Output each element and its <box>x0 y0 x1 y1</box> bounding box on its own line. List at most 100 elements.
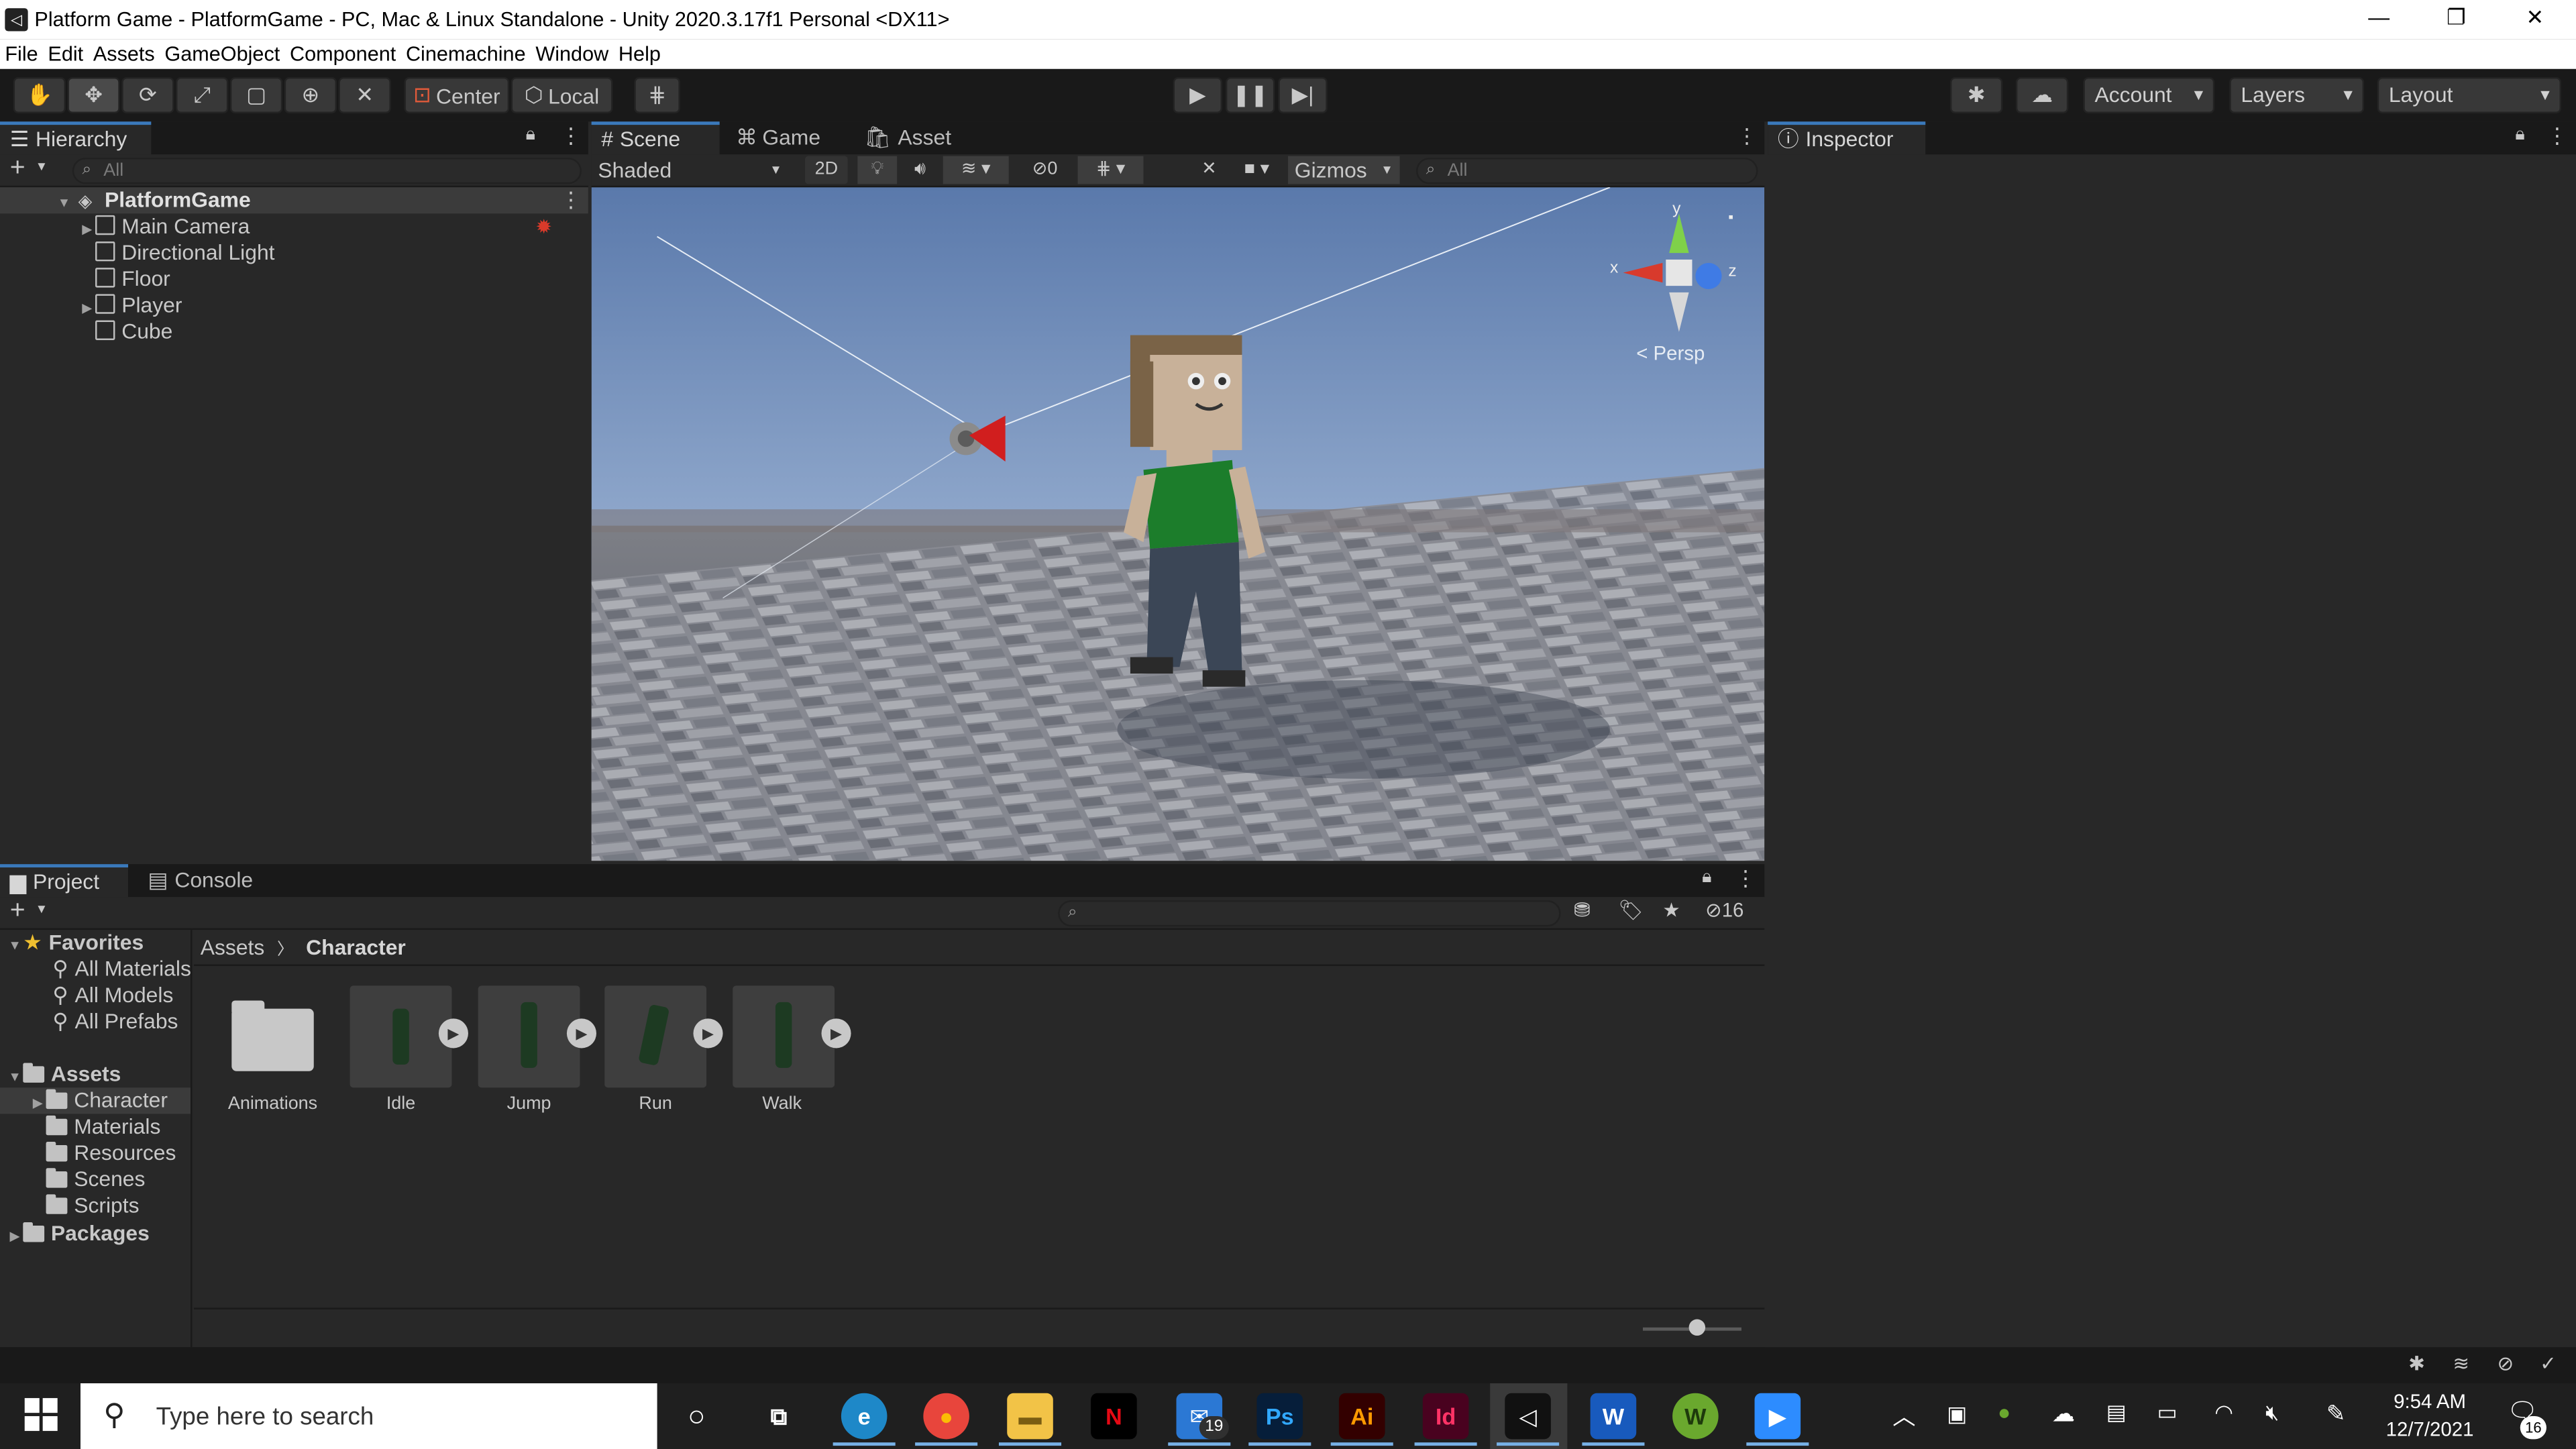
play-preview-icon[interactable]: ▶ <box>821 1018 851 1049</box>
hierarchy-item-directional-light[interactable]: Directional Light <box>0 240 588 266</box>
breadcrumb-assets[interactable]: Assets <box>201 934 265 959</box>
play-button[interactable]: ▶ <box>1173 77 1223 113</box>
lighting-toggle-icon[interactable]: 💡︎ <box>857 156 898 184</box>
tab-scene[interactable]: # Scene <box>591 121 720 155</box>
speaker-muted-icon[interactable]: 🔇︎ <box>2265 1400 2279 1426</box>
kebab-menu-icon[interactable]: ⋮ <box>2546 123 2568 150</box>
tree-folder-character[interactable]: ▶ Character <box>0 1087 191 1114</box>
rect-tool-icon[interactable]: ▢ <box>229 77 283 113</box>
filter-by-label-icon[interactable]: 🏷︎ <box>1618 899 1643 922</box>
tree-favorite-all-prefabs[interactable]: ⚲ All Prefabs <box>0 1009 191 1035</box>
tree-folder-resources[interactable]: Resources <box>0 1140 191 1167</box>
project-search-input[interactable] <box>1058 900 1561 927</box>
play-preview-icon[interactable]: ▶ <box>693 1018 723 1049</box>
asset-animation-run[interactable] <box>604 985 707 1088</box>
perspective-label[interactable]: < Persp <box>1636 341 1705 364</box>
account-dropdown[interactable]: Account <box>2083 77 2215 113</box>
pivot-local-button[interactable]: ⬡ Local <box>511 77 613 113</box>
minimize-button[interactable]: — <box>2341 0 2417 40</box>
grid-toggle-icon[interactable]: ⋕ ▾ <box>1077 156 1144 184</box>
menu-assets[interactable]: Assets <box>89 43 160 66</box>
check-circle-icon[interactable]: ✓ <box>2540 1352 2557 1375</box>
tree-folder-scenes[interactable]: Scenes <box>0 1167 191 1193</box>
hierarchy-item-floor[interactable]: Floor <box>0 266 588 292</box>
zoom-icon[interactable]: ▶ <box>1754 1393 1801 1440</box>
edge-icon[interactable]: e <box>841 1393 888 1440</box>
layout-dropdown[interactable]: Layout <box>2377 77 2561 113</box>
lock-icon[interactable]: 🔒︎ <box>2515 125 2524 146</box>
tree-favorite-all-models[interactable]: ⚲ All Models <box>0 983 191 1009</box>
photoshop-icon[interactable]: Ps <box>1256 1393 1303 1440</box>
hidden-packages-toggle[interactable]: ⊘16 <box>1705 899 1743 922</box>
add-icon[interactable]: + <box>10 154 25 184</box>
zoom-slider-thumb[interactable] <box>1688 1319 1706 1336</box>
kebab-menu-icon[interactable]: ⋮ <box>1737 123 1758 148</box>
tab-console[interactable]: ▤ Console <box>138 864 270 897</box>
screen-capture-icon[interactable]: ▤ <box>2106 1400 2127 1426</box>
collab-icon[interactable]: ✱ <box>1949 77 2003 113</box>
asset-animation-jump[interactable] <box>478 985 580 1088</box>
menu-cinemachine[interactable]: Cinemachine <box>401 43 531 66</box>
scene-kebab-icon[interactable]: ⋮ <box>560 187 582 213</box>
unity-icon[interactable]: ◁ <box>1505 1393 1551 1440</box>
scene-row[interactable]: ▼ ◈ PlatformGame ⋮ <box>0 187 588 214</box>
custom-tool-icon[interactable]: ✕ <box>338 77 391 113</box>
layers-dropdown[interactable]: Layers <box>2229 77 2365 113</box>
tree-packages[interactable]: ▶ Packages <box>0 1221 191 1247</box>
restore-button[interactable]: ❐ <box>2418 0 2494 40</box>
chrome-icon[interactable]: ● <box>923 1393 969 1440</box>
move-tool-icon[interactable]: ✥ <box>67 77 120 113</box>
battery-icon[interactable]: ▭ <box>2157 1400 2178 1426</box>
rotate-tool-icon[interactable]: ⟳ <box>121 77 174 113</box>
add-icon[interactable]: + <box>10 897 25 926</box>
show-hidden-icons-chevron-icon[interactable]: ︿ <box>1892 1400 1915 1433</box>
chevron-down-icon[interactable]: ▾ <box>38 900 45 918</box>
camera-gizmo-icon[interactable] <box>947 413 1006 465</box>
scale-tool-icon[interactable]: ⤢ <box>176 77 229 113</box>
menu-gameobject[interactable]: GameObject <box>160 43 285 66</box>
camera-dropdown-icon[interactable]: ■ ▾ <box>1232 156 1281 184</box>
filter-by-type-icon[interactable]: ⛃ <box>1574 899 1591 922</box>
webroot-icon[interactable]: W <box>1672 1393 1719 1440</box>
menu-help[interactable]: Help <box>614 43 666 66</box>
hierarchy-item-player[interactable]: ▶ Player <box>0 292 588 319</box>
pause-button[interactable]: ❚❚ <box>1225 77 1275 113</box>
hierarchy-item-cube[interactable]: Cube <box>0 319 588 345</box>
word-icon[interactable]: W <box>1590 1393 1637 1440</box>
play-preview-icon[interactable]: ▶ <box>438 1018 468 1049</box>
hierarchy-search-input[interactable]: All <box>72 158 582 184</box>
taskbar-clock[interactable]: 9:54 AM 12/7/2021 <box>2379 1388 2481 1444</box>
favorite-star-icon[interactable]: ★ <box>1662 899 1680 922</box>
wifi-icon[interactable]: ◠ <box>2214 1400 2233 1426</box>
meet-now-icon[interactable]: ▣ <box>1947 1401 1967 1428</box>
task-view-icon[interactable]: ⧉ <box>756 1393 802 1440</box>
scene-viewport[interactable]: y x z < Persp ▪ <box>591 187 1765 861</box>
tab-project[interactable]: ▆ Project <box>0 864 129 898</box>
2d-toggle-button[interactable]: 2D <box>805 156 848 184</box>
kebab-menu-icon[interactable]: ⋮ <box>560 123 582 150</box>
orientation-gizmo[interactable]: y x z < Persp ▪ <box>1607 201 1738 384</box>
webroot-tray-icon[interactable]: ● <box>1998 1400 2010 1425</box>
file-explorer-icon[interactable]: ▬ <box>1007 1393 1053 1440</box>
pivot-center-button[interactable]: ⊡ Center <box>404 77 510 113</box>
player-character[interactable] <box>1101 329 1281 706</box>
indesign-icon[interactable]: Id <box>1422 1393 1469 1440</box>
breadcrumb-character[interactable]: Character <box>306 934 406 959</box>
lock-icon[interactable]: 🔒︎ <box>526 125 535 146</box>
hidden-objects-toggle[interactable]: ⊘0 <box>1018 156 1071 184</box>
menu-component[interactable]: Component <box>285 43 401 66</box>
asset-folder-animations[interactable] <box>222 985 324 1087</box>
tree-assets[interactable]: ▼ Assets <box>0 1061 191 1087</box>
menu-file[interactable]: File <box>0 43 43 66</box>
kebab-menu-icon[interactable]: ⋮ <box>1735 866 1756 892</box>
tree-favorite-all-materials[interactable]: ⚲ All Materials <box>0 956 191 982</box>
scene-search-input[interactable]: All <box>1416 158 1758 184</box>
effects-dropdown-icon[interactable]: ≋ ▾ <box>943 156 1009 184</box>
tab-hierarchy[interactable]: ☰ Hierarchy <box>0 121 152 155</box>
cloud-icon[interactable]: ☁ <box>2015 77 2069 113</box>
step-button[interactable]: ▶| <box>1278 77 1328 113</box>
close-button[interactable]: ✕ <box>2497 0 2573 40</box>
debug-bug-icon[interactable]: ✱ <box>2408 1352 2425 1375</box>
gizmo-lock-icon[interactable]: ▪ <box>1728 209 1733 225</box>
progress-icon[interactable]: ≋ <box>2453 1352 2469 1375</box>
